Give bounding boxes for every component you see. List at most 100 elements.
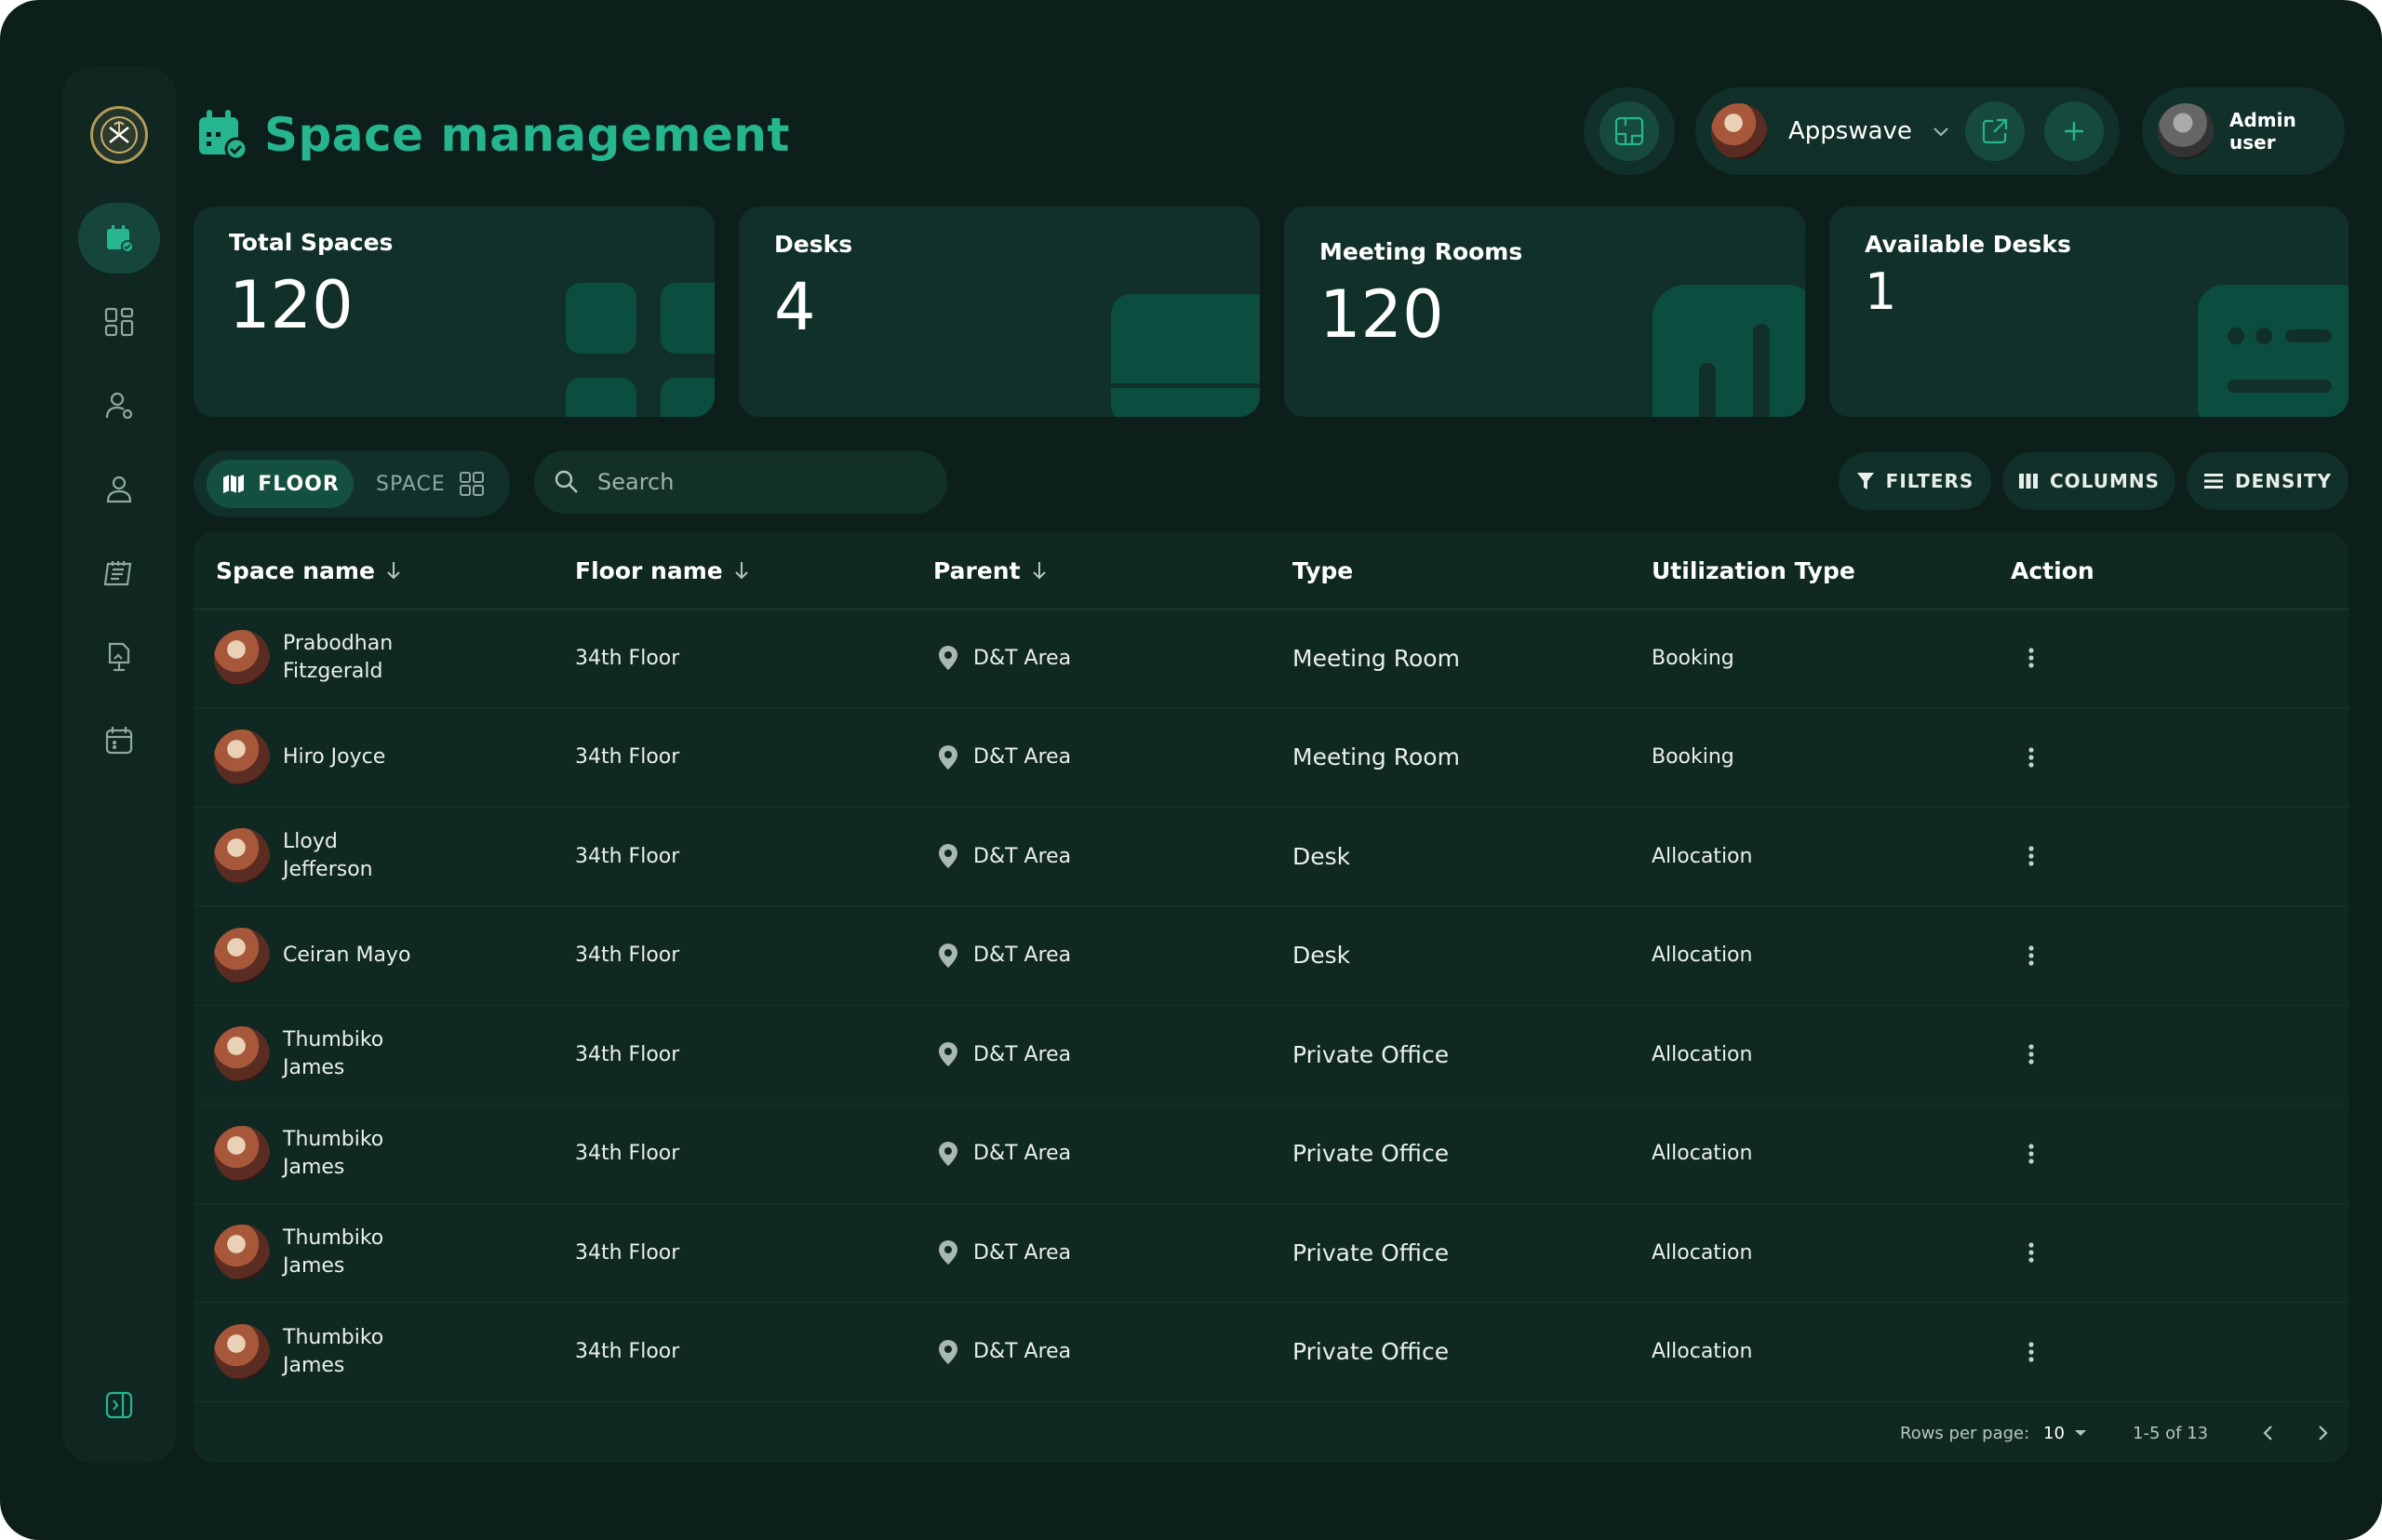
next-page-button[interactable] — [2313, 1403, 2332, 1463]
row-actions-button[interactable] — [2027, 1005, 2036, 1104]
stat-card-meeting-rooms: Meeting Rooms 120 — [1284, 207, 1805, 417]
user-icon — [106, 475, 132, 503]
utilization-type: Booking — [1652, 745, 1734, 769]
utilization-type: Allocation — [1652, 944, 1753, 967]
space-type: Private Office — [1292, 1040, 1450, 1068]
density-button[interactable]: DENSITY — [2187, 452, 2349, 510]
parent-cell: D&T Area — [938, 1105, 1071, 1203]
column-label: Action — [2011, 556, 2094, 584]
location-pin-icon — [939, 1339, 957, 1364]
floor-name: 34th Floor — [575, 944, 680, 967]
parent-name: D&T Area — [973, 1042, 1072, 1066]
spaces-table: Space name Floor name Parent Type Utiliz… — [194, 532, 2349, 1463]
sidebar-item-profile[interactable] — [78, 454, 160, 525]
sidebar-item-desk-booking[interactable] — [78, 622, 160, 692]
floor-label: FLOOR — [258, 472, 340, 496]
floor-name: 34th Floor — [575, 844, 680, 868]
space-avatar — [214, 828, 270, 884]
sidebar-item-space-management[interactable] — [78, 203, 160, 274]
table-row[interactable]: Thumbiko James 34th Floor D&T Area Private … — [194, 1203, 2349, 1303]
workspace-name: Appswave — [1788, 117, 1912, 145]
table-pagination: Rows per page: 10 1-5 of 13 — [194, 1403, 2349, 1463]
row-actions-button[interactable] — [2027, 906, 2036, 1005]
more-vertical-icon — [2028, 944, 2034, 966]
table-row[interactable]: Hiro Joyce 34th Floor D&T Area Meeting Room… — [194, 708, 2349, 808]
column-header-type[interactable]: Type — [1292, 532, 1353, 609]
space-view-button[interactable]: SPACE — [376, 460, 485, 508]
table-row[interactable]: Ceiran Mayo 34th Floor D&T Area Desk Allocat… — [194, 906, 2349, 1006]
row-actions-button[interactable] — [2027, 708, 2036, 807]
utilization-type: Allocation — [1652, 1042, 1753, 1066]
table-row[interactable]: Thumbiko James 34th Floor D&T Area Private … — [194, 1005, 2349, 1105]
filters-button[interactable]: FILTERS — [1839, 452, 1991, 510]
search-icon — [555, 470, 578, 493]
chevron-left-icon — [2263, 1426, 2272, 1440]
parent-cell: D&T Area — [938, 906, 1071, 1005]
column-header-space-name[interactable]: Space name — [216, 532, 403, 609]
columns-label: COLUMNS — [2050, 470, 2160, 492]
space-type: Desk — [1292, 942, 1351, 969]
sidebar-item-users[interactable] — [78, 370, 160, 441]
row-actions-button[interactable] — [2027, 1105, 2036, 1203]
parent-name: D&T Area — [973, 745, 1072, 769]
sort-arrow-down-icon — [387, 562, 400, 580]
stat-label: Meeting Rooms — [1319, 238, 1523, 265]
column-header-utilization-type[interactable]: Utilization Type — [1652, 532, 1855, 609]
parent-name: D&T Area — [973, 844, 1072, 868]
previous-page-button[interactable] — [2259, 1403, 2278, 1463]
column-header-floor-name[interactable]: Floor name — [575, 532, 751, 609]
stat-value: 120 — [229, 267, 354, 343]
space-avatar — [214, 630, 270, 686]
floor-name: 34th Floor — [575, 1142, 680, 1165]
parent-cell: D&T Area — [938, 807, 1071, 905]
more-vertical-icon — [2028, 1341, 2034, 1362]
row-actions-button[interactable] — [2027, 1303, 2036, 1401]
floor-map-icon — [223, 475, 245, 493]
stat-label: Available Desks — [1865, 231, 2071, 258]
space-name: Thumbiko James — [283, 1226, 384, 1278]
palm-swords-icon — [100, 116, 138, 154]
parent-cell: D&T Area — [938, 609, 1071, 707]
more-vertical-icon — [2028, 1242, 2034, 1263]
row-actions-button[interactable] — [2027, 609, 2036, 707]
column-header-parent[interactable]: Parent — [933, 532, 1049, 609]
parent-name: D&T Area — [973, 646, 1072, 670]
calendar-check-icon — [107, 225, 134, 253]
open-external-button[interactable] — [1965, 101, 2025, 161]
space-type: Desk — [1292, 842, 1351, 870]
search-input[interactable] — [596, 468, 906, 496]
add-button[interactable] — [2044, 101, 2104, 161]
column-header-action: Action — [2011, 532, 2094, 609]
parent-cell: D&T Area — [938, 1005, 1071, 1104]
space-name-cell: Thumbiko James — [214, 1203, 422, 1302]
floorplan-button[interactable] — [1599, 101, 1659, 161]
space-name: Lloyd Jefferson — [283, 830, 373, 881]
user-menu[interactable]: Admin user — [2142, 87, 2345, 175]
calendar-icon — [105, 727, 133, 755]
utilization-type: Allocation — [1652, 1142, 1753, 1165]
app-window: Space management Appswave Admin user Tot… — [0, 0, 2382, 1540]
row-actions-button[interactable] — [2027, 1203, 2036, 1302]
sidebar-item-calendar[interactable] — [78, 705, 160, 776]
collapse-sidebar-button[interactable] — [78, 1370, 160, 1440]
table-row[interactable]: Lloyd Jefferson 34th Floor D&T Area Desk All… — [194, 807, 2349, 906]
space-type: Private Office — [1292, 1140, 1450, 1167]
view-toggle: FLOOR SPACE — [194, 450, 510, 517]
table-header: Space name Floor name Parent Type Utiliz… — [194, 532, 2349, 609]
emblem-logo — [90, 106, 148, 164]
workspace-dropdown[interactable]: Appswave — [1788, 87, 1951, 175]
columns-button[interactable]: COLUMNS — [2002, 452, 2175, 510]
sidebar-item-reports[interactable] — [78, 538, 160, 609]
row-actions-button[interactable] — [2027, 807, 2036, 905]
column-label: Floor name — [575, 556, 723, 584]
table-row[interactable]: Prabodhan Fitzgerald 34th Floor D&T Area Me… — [194, 609, 2349, 708]
notebook-icon — [103, 561, 132, 586]
table-row[interactable]: Thumbiko James 34th Floor D&T Area Private … — [194, 1105, 2349, 1204]
table-row[interactable]: Thumbiko James 34th Floor D&T Area Private … — [194, 1303, 2349, 1402]
stat-card-total-spaces: Total Spaces 120 — [194, 207, 715, 417]
sidebar-item-dashboard[interactable] — [78, 287, 160, 357]
pagination-range: 1-5 of 13 — [2133, 1423, 2209, 1443]
utilization-type: Allocation — [1652, 1240, 1753, 1265]
floor-view-button[interactable]: FLOOR — [207, 460, 354, 508]
rows-per-page-select[interactable]: 10 — [2043, 1403, 2087, 1463]
